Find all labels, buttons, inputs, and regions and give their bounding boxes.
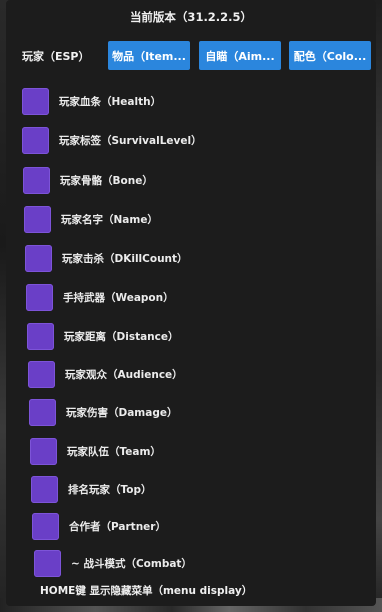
option-combat[interactable]: ~ 战斗模式（Combat）: [34, 548, 192, 578]
kill-count-checkbox[interactable]: [25, 244, 52, 272]
option-label: 手持武器（Weapon）: [63, 291, 174, 304]
damage-checkbox[interactable]: [29, 398, 56, 426]
health-checkbox[interactable]: [22, 87, 49, 115]
tab-color[interactable]: 配色（Colo...: [289, 41, 371, 70]
option-top[interactable]: 排名玩家（Top）: [31, 474, 152, 504]
option-label: 玩家击杀（DKillCount）: [62, 252, 188, 265]
option-label: 玩家距离（Distance）: [64, 330, 179, 343]
option-audience[interactable]: 玩家观众（Audience）: [28, 359, 183, 389]
window-title: 当前版本（31.2.2.5）: [129, 10, 253, 24]
survival-level-checkbox[interactable]: [22, 126, 49, 154]
option-label: 玩家伤害（Damage）: [66, 406, 178, 419]
top-checkbox[interactable]: [31, 475, 58, 503]
option-kill-count[interactable]: 玩家击杀（DKillCount）: [25, 243, 188, 273]
option-label: 玩家标签（SurvivalLevel）: [59, 134, 202, 147]
option-partner[interactable]: 合作者（Partner）: [32, 511, 166, 541]
weapon-checkbox[interactable]: [26, 283, 53, 311]
combat-checkbox[interactable]: [34, 549, 61, 577]
option-label: 排名玩家（Top）: [68, 483, 152, 496]
team-checkbox[interactable]: [30, 437, 57, 465]
option-label: ~ 战斗模式（Combat）: [71, 557, 192, 570]
tab-esp[interactable]: 玩家（ESP）: [12, 41, 110, 70]
option-name[interactable]: 玩家名字（Name）: [24, 204, 158, 234]
esp-menu-window: 当前版本（31.2.2.5） 玩家（ESP） 物品（Item... 自瞄（Aim…: [6, 0, 376, 606]
option-distance[interactable]: 玩家距离（Distance）: [27, 321, 179, 351]
option-team[interactable]: 玩家队伍（Team）: [30, 436, 161, 466]
tab-aim[interactable]: 自瞄（Aim...: [199, 41, 281, 70]
option-weapon[interactable]: 手持武器（Weapon）: [26, 282, 174, 312]
audience-checkbox[interactable]: [28, 360, 55, 388]
option-label: 玩家队伍（Team）: [67, 445, 161, 458]
option-label: 玩家观众（Audience）: [65, 368, 183, 381]
option-bone[interactable]: 玩家骨骼（Bone）: [23, 165, 153, 195]
tab-items[interactable]: 物品（Item...: [108, 41, 190, 70]
tab-bar: 玩家（ESP） 物品（Item... 自瞄（Aim... 配色（Colo...: [12, 38, 374, 74]
option-survival-level[interactable]: 玩家标签（SurvivalLevel）: [22, 125, 202, 155]
distance-checkbox[interactable]: [27, 322, 54, 350]
option-health[interactable]: 玩家血条（Health）: [22, 86, 161, 116]
option-damage[interactable]: 玩家伤害（Damage）: [29, 397, 177, 427]
menu-hint-footer: HOME键 显示隐藏菜单（menu display）: [40, 585, 253, 597]
bone-checkbox[interactable]: [23, 166, 50, 194]
option-label: 玩家骨骼（Bone）: [60, 174, 153, 187]
partner-checkbox[interactable]: [32, 512, 59, 540]
name-checkbox[interactable]: [24, 205, 51, 233]
option-label: 玩家血条（Health）: [59, 95, 162, 108]
option-label: 玩家名字（Name）: [61, 213, 158, 226]
option-label: 合作者（Partner）: [69, 520, 166, 533]
